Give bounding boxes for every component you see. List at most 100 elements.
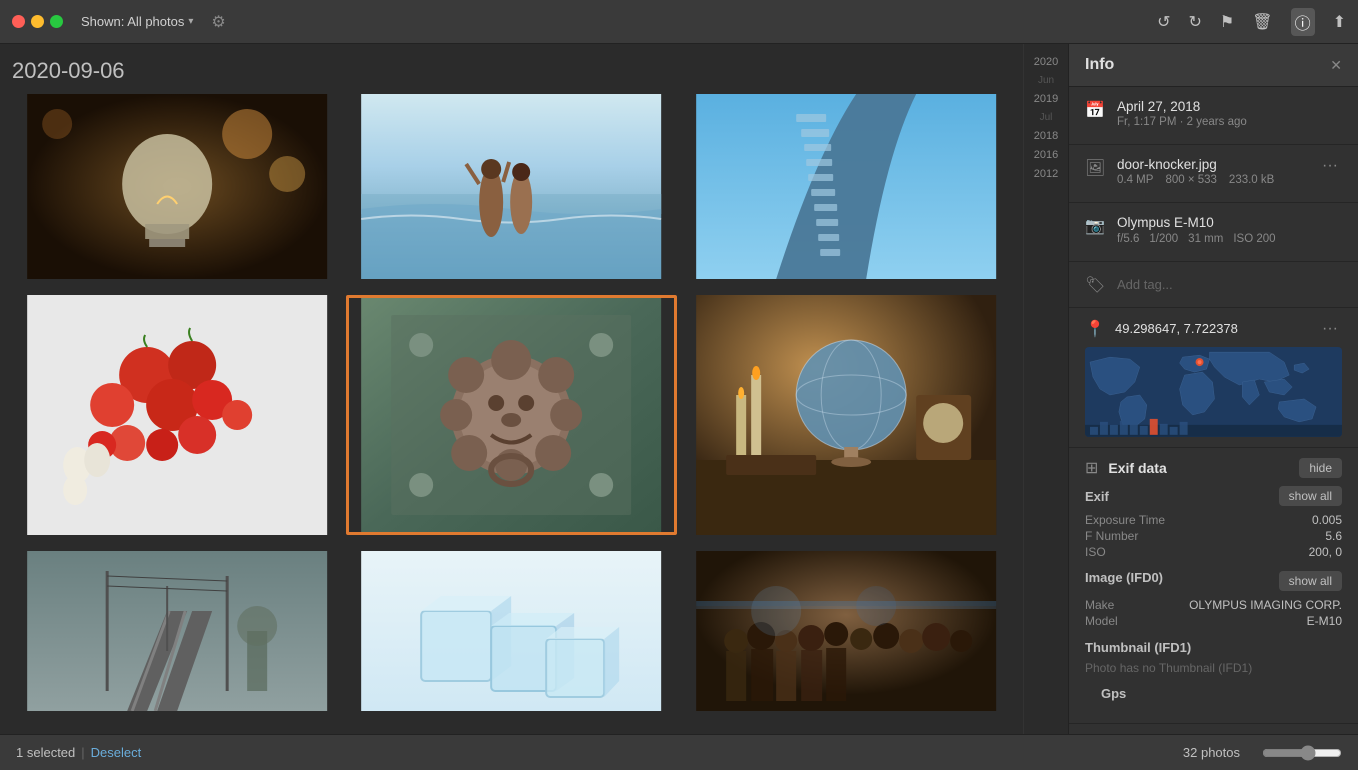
file-content: door-knocker.jpg 0.4 MP 800 × 533 233.0 … [1117, 157, 1306, 186]
statusbar: 1 selected | Deselect 32 photos [0, 734, 1358, 770]
exif-row-exposure: Exposure Time 0.005 [1085, 512, 1342, 528]
titlebar: Shown: All photos ▾ ⚙ ↺ ↻ ⚑ 🗑 ⓘ ⬆ [0, 0, 1358, 44]
rotate-left-icon[interactable]: ↺ [1157, 12, 1170, 32]
timeline-year-2019[interactable]: 2019 [1034, 91, 1058, 107]
ifd0-title: Image (IFD0) [1085, 570, 1163, 585]
photos-count: 32 photos [1183, 745, 1240, 760]
camera-iso: ISO 200 [1233, 233, 1275, 245]
camera-name: Olympus E-M10 [1117, 215, 1342, 230]
map-thumbnail[interactable] [1085, 347, 1342, 437]
timeline: 2020 Jun 2019 Jul 2018 2016 2012 [1023, 44, 1068, 734]
photo-item-5[interactable] [346, 295, 676, 535]
settings-icon[interactable]: ⚙ [211, 12, 225, 32]
photo-grid-row2 [12, 295, 1011, 535]
camera-details: f/5.6 1/200 31 mm ISO 200 [1117, 233, 1342, 245]
zoom-slider-area [1262, 745, 1342, 761]
exif-section-title: Exif data [1108, 460, 1166, 476]
hide-exif-button[interactable]: hide [1299, 458, 1342, 478]
photo-grid-row3 [12, 551, 1011, 711]
photo-item-2[interactable] [346, 94, 676, 279]
coordinates: 49.298647, 7.722378 [1115, 321, 1308, 336]
close-window-button[interactable] [12, 15, 25, 28]
tag-input[interactable] [1117, 277, 1342, 292]
rotate-right-icon[interactable]: ↻ [1189, 12, 1202, 32]
show-all-exif-button[interactable]: show all [1279, 486, 1342, 506]
timeline-year-2016[interactable]: 2016 [1034, 147, 1058, 163]
info-icon[interactable]: ⓘ [1291, 8, 1315, 36]
iso-label: ISO [1085, 545, 1106, 559]
app-title: Shown: All photos ▾ [81, 14, 193, 29]
export-icon[interactable]: ⬆ [1333, 12, 1346, 32]
photo-item-7[interactable] [12, 551, 342, 711]
titlebar-actions: ↺ ↻ ⚑ 🗑 ⓘ ⬆ [1157, 8, 1346, 36]
gps-section: Gps [1085, 675, 1342, 713]
ifd1-section: Thumbnail (IFD1) Photo has no Thumbnail … [1085, 639, 1342, 675]
date-group-label: 2020-09-06 [12, 58, 1011, 84]
ifd0-row-model: Model E-M10 [1085, 613, 1342, 629]
camera-content: Olympus E-M10 f/5.6 1/200 31 mm ISO 200 [1117, 215, 1342, 245]
exposure-time-label: Exposure Time [1085, 513, 1165, 527]
calendar-icon: 📅 [1085, 100, 1105, 120]
make-value: OLYMPUS IMAGING CORP. [1189, 598, 1342, 612]
exif-table: Exposure Time 0.005 F Number 5.6 ISO 200… [1085, 512, 1342, 560]
coord-more-icon[interactable]: ··· [1318, 320, 1342, 338]
maximize-window-button[interactable] [50, 15, 63, 28]
make-label: Make [1085, 598, 1114, 612]
exif-data-section: ⊞ Exif data hide Exif show all Exposure … [1069, 448, 1358, 724]
delete-icon[interactable]: 🗑 [1252, 12, 1272, 32]
exif-group: Exif show all Exposure Time 0.005 F Numb… [1085, 486, 1342, 560]
f-number-value: 5.6 [1325, 529, 1342, 543]
timeline-month-jun[interactable]: Jun [1038, 75, 1054, 86]
photo-item-9[interactable] [681, 551, 1011, 711]
coord-row: 📍 49.298647, 7.722378 ··· [1085, 318, 1342, 339]
show-all-ifd-button[interactable]: show all [1279, 571, 1342, 591]
photo-scroll[interactable]: 2020-09-06 [0, 44, 1023, 734]
file-mp: 0.4 MP [1117, 174, 1153, 186]
photo-date: April 27, 2018 [1117, 99, 1342, 114]
info-tag-section: 🏷 [1069, 262, 1358, 308]
file-dimensions: 800 × 533 [1165, 174, 1216, 186]
camera-icon: 📷 [1085, 216, 1105, 236]
timeline-year-2018[interactable]: 2018 [1034, 128, 1058, 144]
flag-icon[interactable]: ⚑ [1220, 12, 1234, 32]
gps-title: Gps [1101, 686, 1126, 701]
exif-header-row: ⊞ Exif data hide [1085, 458, 1342, 478]
status-separator: | [81, 745, 84, 760]
photo-item-8[interactable] [346, 551, 676, 711]
photo-item-4[interactable] [12, 295, 342, 535]
info-header: Info ✕ [1069, 44, 1358, 87]
photo-item-1[interactable] [12, 94, 342, 279]
ifd0-table: Make OLYMPUS IMAGING CORP. Model E-M10 [1085, 597, 1342, 629]
camera-row: 📷 Olympus E-M10 f/5.6 1/200 31 mm ISO 20… [1085, 215, 1342, 245]
f-number-label: F Number [1085, 529, 1138, 543]
zoom-slider[interactable] [1262, 745, 1342, 761]
file-more-icon[interactable]: ··· [1318, 157, 1342, 175]
info-map-section: 📍 49.298647, 7.722378 ··· [1069, 308, 1358, 448]
timeline-year-2020[interactable]: 2020 [1034, 54, 1058, 70]
title-chevron-icon[interactable]: ▾ [188, 16, 193, 27]
selected-count: 1 selected [16, 745, 75, 760]
photo-area: 2020-09-06 [0, 44, 1068, 734]
timeline-year-2012[interactable]: 2012 [1034, 166, 1058, 182]
info-camera-section: 📷 Olympus E-M10 f/5.6 1/200 31 mm ISO 20… [1069, 203, 1358, 262]
ifd1-note: Photo has no Thumbnail (IFD1) [1085, 661, 1342, 675]
close-info-button[interactable]: ✕ [1330, 57, 1342, 74]
timeline-month-jul[interactable]: Jul [1040, 112, 1053, 123]
minimize-window-button[interactable] [31, 15, 44, 28]
traffic-lights [12, 15, 63, 28]
date-row: 📅 April 27, 2018 Fr, 1:17 PM · 2 years a… [1085, 99, 1342, 128]
photo-grid-row1 [12, 94, 1011, 279]
camera-aperture: f/5.6 [1117, 233, 1139, 245]
ifd0-row-make: Make OLYMPUS IMAGING CORP. [1085, 597, 1342, 613]
info-file-section: 🖼 door-knocker.jpg 0.4 MP 800 × 533 233.… [1069, 145, 1358, 203]
exif-header-left: ⊞ Exif data [1085, 458, 1167, 478]
date-content: April 27, 2018 Fr, 1:17 PM · 2 years ago [1117, 99, 1342, 128]
ifd0-section: Image (IFD0) show all Make OLYMPUS IMAGI… [1085, 570, 1342, 629]
camera-focal: 31 mm [1188, 233, 1223, 245]
photo-item-3[interactable] [681, 94, 1011, 279]
deselect-button[interactable]: Deselect [91, 745, 142, 760]
photo-item-6[interactable] [681, 295, 1011, 535]
exposure-time-value: 0.005 [1312, 513, 1342, 527]
exif-row-fnumber: F Number 5.6 [1085, 528, 1342, 544]
shown-label: Shown: All photos [81, 14, 184, 29]
